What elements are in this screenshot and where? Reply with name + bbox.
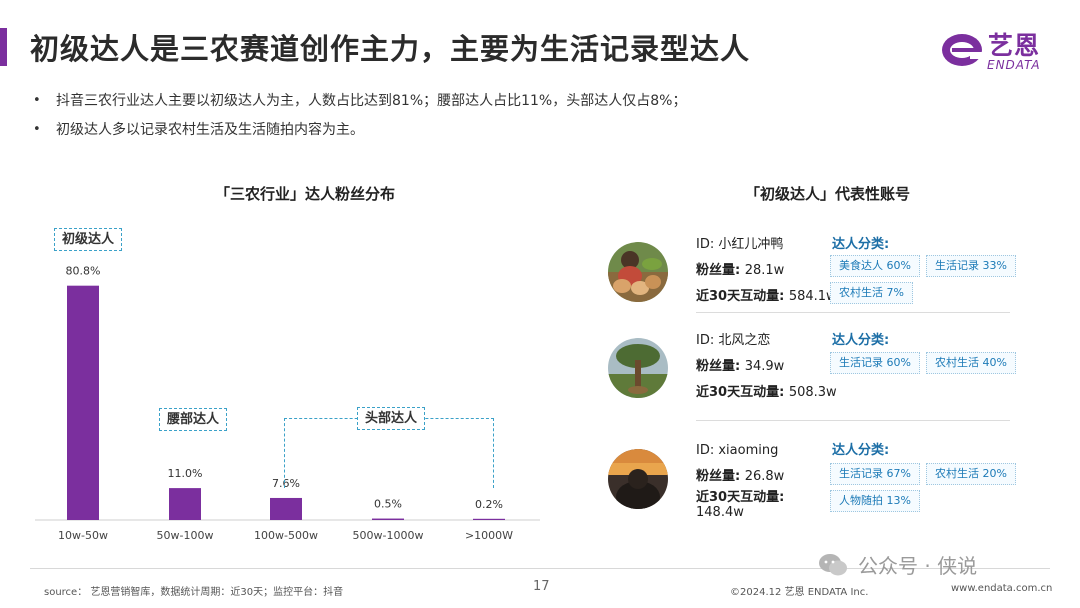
account-id: 小红儿冲鸭 [718, 237, 784, 252]
fan-distribution-chart: 80.8%10w-50w11.0%50w-100w7.6%100w-500w0.… [35, 265, 540, 542]
bullet-item: • 初级达人多以记录农村生活及生活随拍内容为主。 [33, 122, 364, 138]
endata-logo-icon [942, 34, 984, 66]
category-tag: 美食达人 60% [830, 255, 920, 277]
bar-10w-50w [67, 285, 99, 520]
category-tag: 农村生活 40% [926, 352, 1016, 374]
logo-text-en: ENDATA [987, 58, 1041, 72]
footer-url: www.endata.com.cn [951, 583, 1053, 594]
category-tag: 生活记录 33% [926, 255, 1016, 277]
fans-label: 粉丝量: [696, 469, 745, 484]
logo-text-cn: 艺恩 [988, 31, 1041, 60]
bar-value-label: 11.0% [168, 467, 203, 480]
tree-avatar [608, 338, 668, 398]
bar->1000W [473, 518, 505, 520]
endata-logo: 艺恩 ENDATA [940, 24, 1050, 74]
fans-value: 34.9w [744, 359, 785, 374]
sunset-avatar [608, 449, 668, 509]
interactions-label: 近30天互动量: [696, 289, 789, 304]
fans-value: 28.1w [744, 263, 785, 278]
bullet-item: • 抖音三农行业达人主要以初级达人为主，人数占比达到81%；腰部达人占比11%，头… [33, 93, 687, 109]
bar-value-label: 0.2% [475, 498, 503, 511]
category-tag: 生活记录 67% [830, 463, 920, 485]
id-label: ID: [696, 333, 719, 348]
accounts-title: 「初级达人」代表性账号 [745, 185, 911, 203]
group-label-junior: 初级达人 [54, 228, 123, 251]
wechat-icon [819, 554, 847, 576]
account-info: ID: 北风之恋 粉丝量: 34.9w 近30天互动量: 508.3w [696, 328, 837, 406]
page-number: 17 [533, 579, 550, 594]
bar-50w-100w [169, 488, 201, 520]
x-tick-label: 50w-100w [157, 529, 214, 542]
interactions-label: 近30天互动量: [696, 490, 785, 505]
id-label: ID: [696, 237, 719, 252]
account-card[interactable]: ID: xiaoming 粉丝量: 26.8w 近30天互动量: 148.4w … [600, 438, 1030, 538]
fans-label: 粉丝量: [696, 263, 745, 278]
fans-label: 粉丝量: [696, 359, 745, 374]
category-title: 达人分类: [832, 443, 890, 458]
account-id: 北风之恋 [718, 333, 771, 348]
category-tag: 农村生活 20% [926, 463, 1016, 485]
account-card[interactable]: ID: 小红儿冲鸭 粉丝量: 28.1w 近30天互动量: 584.1w 达人分… [600, 232, 1030, 332]
interactions-value: 508.3w [788, 385, 837, 400]
chart-title: 「三农行业」达人粉丝分布 [215, 185, 396, 203]
bar-500w-1000w [372, 518, 404, 520]
bullet-text: 抖音三农行业达人主要以初级达人为主，人数占比达到81%；腰部达人占比11%，头部… [56, 93, 687, 109]
page-title: 初级达人是三农赛道创作主力，主要为生活记录型达人 [30, 32, 751, 66]
category-tag: 人物随拍 13% [830, 490, 920, 512]
category-tag: 农村生活 7% [830, 282, 913, 304]
category-title: 达人分类: [832, 333, 890, 348]
x-tick-label: 500w-1000w [353, 529, 424, 542]
account-id: xiaoming [718, 443, 779, 458]
group-label-middle: 腰部达人 [159, 408, 228, 431]
dogs-avatar [608, 242, 668, 302]
footer-copyright: ©2024.12 艺恩 ENDATA Inc. [730, 587, 869, 598]
bar-value-label: 80.8% [66, 265, 101, 278]
account-info: ID: xiaoming 粉丝量: 26.8w 近30天互动量: 148.4w [696, 438, 784, 520]
account-card[interactable]: ID: 北风之恋 粉丝量: 34.9w 近30天互动量: 508.3w 达人分类… [600, 328, 1030, 428]
watermark-text: 公众号 · 侠说 [858, 554, 978, 578]
x-tick-label: >1000W [465, 529, 513, 542]
x-tick-label: 100w-500w [254, 529, 318, 542]
id-label: ID: [696, 443, 719, 458]
fans-value: 26.8w [744, 469, 785, 484]
account-info: ID: 小红儿冲鸭 粉丝量: 28.1w 近30天互动量: 584.1w [696, 232, 837, 310]
category-tag: 生活记录 60% [830, 352, 920, 374]
interactions-label: 近30天互动量: [696, 385, 789, 400]
account-divider [696, 312, 1010, 313]
summary-bullets: • 抖音三农行业达人主要以初级达人为主，人数占比达到81%；腰部达人占比11%，头… [30, 90, 686, 148]
title-accent-bar [0, 28, 7, 66]
footer-source: source： 艺恩营销智库，数据统计周期：近30天；监控平台：抖音 [44, 587, 344, 598]
interactions-value: 148.4w [696, 505, 744, 520]
x-tick-label: 10w-50w [58, 529, 108, 542]
bullet-text: 初级达人多以记录农村生活及生活随拍内容为主。 [56, 122, 364, 138]
bar-100w-500w [270, 497, 302, 520]
group-label-head: 头部达人 [357, 407, 426, 430]
bar-value-label: 0.5% [374, 498, 402, 511]
account-divider [696, 420, 1010, 421]
